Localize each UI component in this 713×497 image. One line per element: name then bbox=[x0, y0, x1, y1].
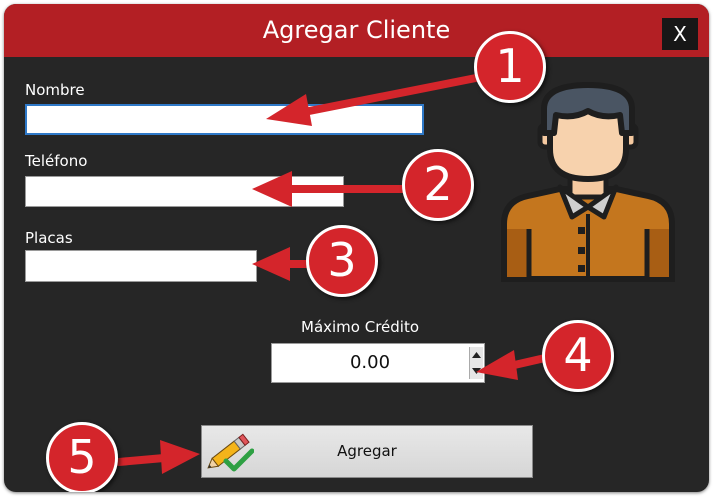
callout-5: 5 bbox=[46, 422, 118, 492]
callout-2: 2 bbox=[402, 149, 474, 221]
nombre-label: Nombre bbox=[25, 81, 85, 99]
agregar-button[interactable]: Agregar bbox=[201, 425, 533, 478]
placas-input[interactable] bbox=[25, 250, 257, 282]
callout-1: 1 bbox=[474, 31, 546, 103]
maximo-credito-label: Máximo Crédito bbox=[301, 318, 420, 336]
callout-3: 3 bbox=[306, 225, 378, 297]
add-client-dialog: Agregar Cliente X Nombre Teléfono Placas… bbox=[4, 4, 709, 492]
placas-label: Placas bbox=[25, 229, 73, 247]
dialog-title: Agregar Cliente bbox=[262, 16, 451, 44]
maximo-credito-value[interactable]: 0.00 bbox=[272, 344, 468, 382]
arrow-icon bbox=[476, 350, 549, 380]
user-avatar-icon bbox=[501, 82, 675, 282]
title-bar: Agregar Cliente X bbox=[4, 4, 709, 57]
arrow-icon bbox=[266, 72, 490, 126]
arrow-icon bbox=[115, 440, 200, 474]
telefono-label: Teléfono bbox=[25, 152, 88, 170]
callout-4: 4 bbox=[542, 320, 614, 392]
arrow-icon bbox=[252, 171, 413, 207]
agregar-label: Agregar bbox=[337, 442, 397, 460]
maximo-credito-stepper[interactable]: 0.00 bbox=[271, 343, 485, 383]
close-button[interactable]: X bbox=[662, 18, 698, 50]
